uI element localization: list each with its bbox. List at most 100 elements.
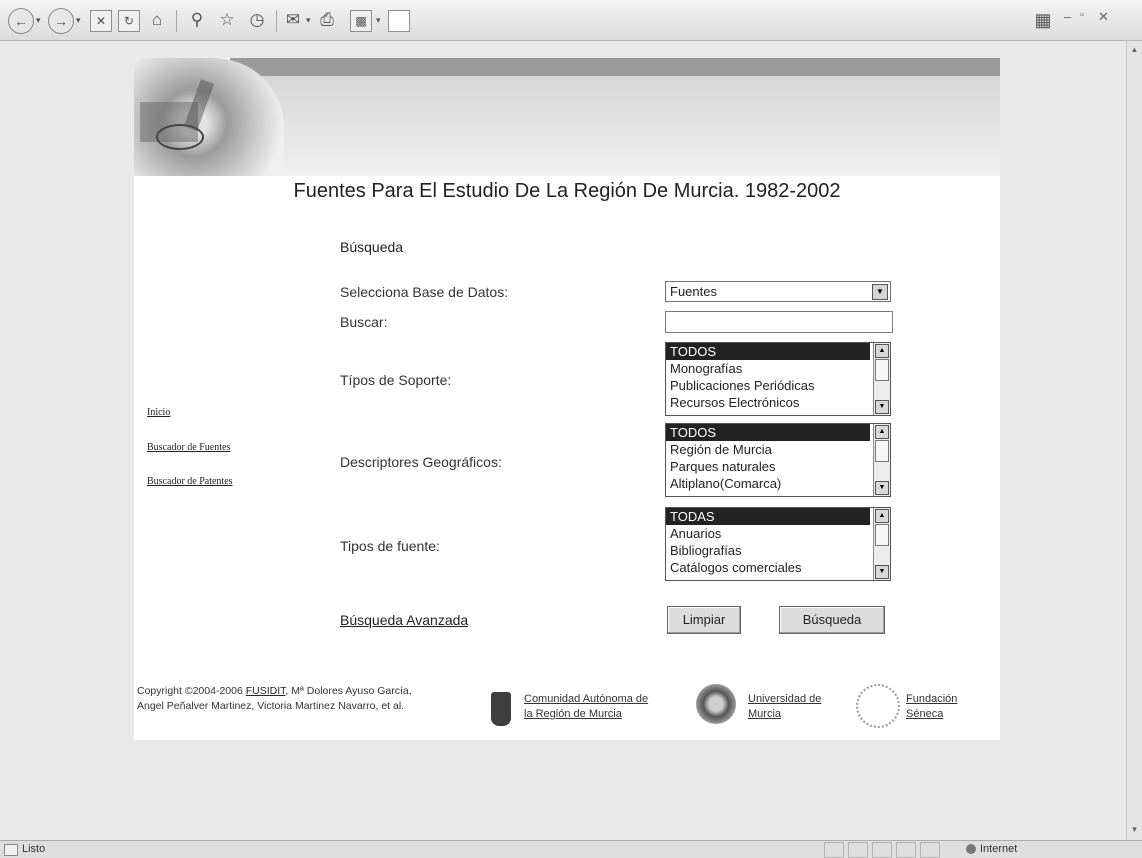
link-line: la Región de Murcia [524,708,622,720]
geo-descriptors-listbox[interactable]: TODOS Región de Murcia Parques naturales… [665,423,891,497]
listbox-option[interactable]: Anuarios [666,525,870,542]
copyright-text: Copyright ©2004-2006 FUSIDIT, Mª Dolores… [137,684,427,714]
listbox-scrollbar[interactable]: ▲ ▼ [873,508,890,580]
university-murcia-link[interactable]: Universidad de Murcia [748,692,821,722]
toolbar-separator [176,10,177,32]
scroll-thumb[interactable] [875,440,889,462]
favorites-icon[interactable]: ☆ [216,8,238,32]
geo-descriptors-label: Descriptores Geográficos: [340,454,502,470]
source-type-label: Tipos de fuente: [340,538,440,554]
header-bar [230,58,1000,76]
fundacion-seneca-logo-icon [856,684,900,728]
status-text: Listo [22,843,46,855]
link-line: Fundación [906,693,958,705]
back-icon[interactable]: ← [8,8,34,34]
header-image [134,58,284,176]
back-dropdown-icon[interactable]: ▾ [36,15,41,26]
listbox-option[interactable]: Parques naturales [666,458,870,475]
support-type-listbox[interactable]: TODOS Monografías Publicaciones Periódic… [665,342,891,416]
listbox-scrollbar[interactable]: ▲ ▼ [873,343,890,415]
scroll-down-icon[interactable]: ▼ [875,565,889,579]
advanced-search-link[interactable]: Búsqueda Avanzada [340,612,468,628]
scroll-up-icon[interactable]: ▲ [875,344,889,358]
scroll-up-icon[interactable]: ▲ [875,425,889,439]
listbox-option[interactable]: TODAS [666,508,870,525]
print-icon[interactable]: ⎙ [316,8,338,32]
region-murcia-link[interactable]: Comunidad Autónoma de la Región de Murci… [524,692,648,722]
stop-icon[interactable]: ✕ [90,10,112,32]
scroll-thumb[interactable] [875,359,889,381]
listbox-option[interactable]: TODOS [666,343,870,360]
forward-icon[interactable]: → [48,8,74,34]
listbox-option[interactable]: Monografías [666,360,870,377]
listbox-option[interactable]: Región de Murcia [666,441,870,458]
listbox-option[interactable]: Recursos Electrónicos [666,394,870,411]
listbox-option[interactable]: Catálogos comerciales [666,559,870,576]
database-select-value: Fuentes [670,284,717,299]
listbox-scrollbar[interactable]: ▲ ▼ [873,424,890,496]
toolbar-separator [276,10,277,32]
status-pane [872,842,892,858]
nav-buscador-patentes-link[interactable]: Buscador de Patentes [147,476,233,487]
scroll-down-icon[interactable]: ▼ [875,400,889,414]
search-button[interactable]: Búsqueda [779,606,885,634]
scroll-up-icon[interactable]: ▲ [1129,45,1140,57]
mail-dropdown-icon[interactable]: ▾ [306,15,311,26]
edit-dropdown-icon[interactable]: ▾ [376,15,381,26]
status-pane [896,842,916,858]
scroll-thumb[interactable] [875,524,889,546]
restore-icon[interactable]: ▫ [1080,9,1084,21]
nav-buscador-fuentes-link[interactable]: Buscador de Fuentes [147,442,230,453]
listbox-option[interactable]: TODOS [666,424,870,441]
listbox-option[interactable]: Altiplano(Comarca) [666,475,870,492]
link-line: Murcia [748,708,782,720]
windows-logo-icon: ▦ [1034,9,1052,30]
copyright-prefix: Copyright ©2004-2006 [137,685,243,697]
edit-icon[interactable]: ▩ [350,10,372,32]
university-seal-icon [696,684,736,724]
status-pane [824,842,844,858]
zone-label: Internet [980,843,1018,855]
clear-button[interactable]: Limpiar [667,606,741,634]
listbox-option[interactable]: Publicaciones Periódicas [666,377,870,394]
page-icon [4,844,18,856]
minimize-icon[interactable]: – [1064,9,1071,24]
status-pane [848,842,868,858]
page-scrollbar[interactable]: ▲ ▼ [1126,41,1142,841]
web-page: Fuentes Para El Estudio De La Región De … [134,58,1000,740]
refresh-icon[interactable]: ↻ [118,10,140,32]
security-zone: Internet [966,843,1017,855]
source-type-listbox[interactable]: TODAS Anuarios Bibliografías Catálogos c… [665,507,891,581]
forward-dropdown-icon[interactable]: ▾ [76,15,81,26]
page-title: Fuentes Para El Estudio De La Región De … [293,180,841,202]
mail-icon[interactable]: ✉ [282,8,304,32]
header-band [230,76,1000,176]
search-icon[interactable]: ⚲ [186,8,208,32]
database-select[interactable]: Fuentes ▼ [665,281,891,302]
chevron-down-icon[interactable]: ▼ [872,284,888,300]
home-icon[interactable]: ⌂ [146,8,168,32]
link-line: Universidad de [748,693,822,705]
close-icon[interactable]: ✕ [1098,9,1109,25]
scroll-down-icon[interactable]: ▼ [875,481,889,495]
globe-icon [966,844,976,855]
history-icon[interactable]: ◷ [246,8,268,32]
database-label: Selecciona Base de Datos: [340,284,509,300]
search-label: Buscar: [340,314,388,330]
link-line: Séneca [906,708,944,720]
listbox-option[interactable]: Bibliografías [666,542,870,559]
scroll-up-icon[interactable]: ▲ [875,509,889,523]
fusidit-link[interactable]: FUSIDIT [246,685,286,697]
scroll-down-icon[interactable]: ▼ [1129,825,1140,837]
discuss-icon[interactable] [388,10,410,32]
region-murcia-crest-icon [491,692,511,726]
fundacion-seneca-link[interactable]: Fundación Séneca [906,692,957,722]
nav-inicio-link[interactable]: Inicio [147,407,170,418]
browser-toolbar: ← ▾ → ▾ ✕ ↻ ⌂ ⚲ ☆ ◷ ✉ ▾ ⎙ ▩ ▾ ▦ – ▫ ✕ [0,0,1142,41]
support-type-label: Típos de Soporte: [340,372,452,388]
status-bar: Listo Internet [0,840,1142,858]
link-line: Comunidad Autónoma de [524,693,649,705]
status-pane [920,842,940,858]
section-heading: Búsqueda [340,239,404,255]
search-input[interactable] [665,311,893,333]
